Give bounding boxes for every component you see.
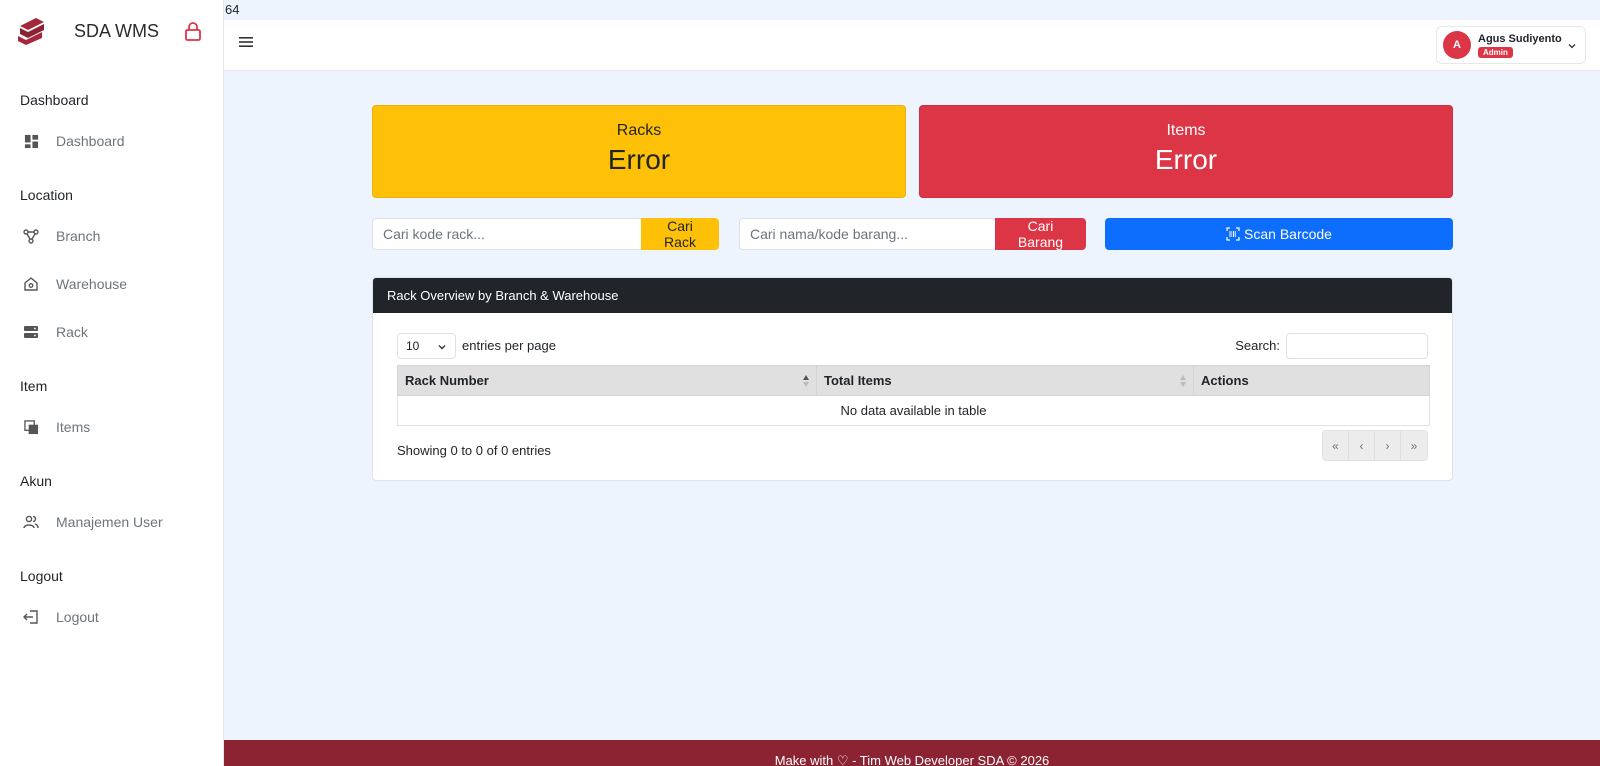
sidebar-item-items[interactable]: Items	[0, 417, 223, 437]
rack-table: Rack Number Total Items Actions No data …	[397, 365, 1430, 426]
column-rack-number[interactable]: Rack Number	[397, 365, 817, 396]
chevron-down-icon	[438, 345, 446, 350]
sidebar-item-label: Warehouse	[56, 276, 128, 292]
nav-section-dashboard: Dashboard	[20, 92, 89, 108]
scan-barcode-label: Scan Barcode	[1244, 226, 1332, 242]
scan-barcode-button[interactable]: Scan Barcode	[1105, 218, 1453, 250]
branch-icon	[22, 227, 40, 245]
column-header-label: Actions	[1201, 373, 1249, 388]
table-row: No data available in table	[397, 395, 1430, 426]
nav-section-item: Item	[20, 378, 48, 394]
empty-table-message: No data available in table	[397, 395, 1430, 426]
next-page-button[interactable]: ›	[1375, 431, 1401, 460]
items-card-value: Error	[1154, 144, 1218, 175]
rack-search-input[interactable]	[372, 218, 641, 250]
column-header-label: Rack Number	[405, 373, 489, 388]
table-controls: 10 entries per page Search:	[397, 333, 1428, 359]
sort-icon	[1180, 375, 1186, 387]
item-search-group: Cari Barang	[739, 218, 1086, 250]
hamburger-menu-icon[interactable]	[238, 34, 256, 50]
sidebar-item-warehouse[interactable]: Warehouse	[0, 274, 223, 294]
search-rack-button[interactable]: Cari Rack	[641, 218, 719, 250]
table-search-label: Search:	[1235, 338, 1280, 353]
last-page-button[interactable]: »	[1401, 431, 1427, 460]
first-page-button[interactable]: «	[1323, 431, 1349, 460]
sidebar-item-label: Logout	[56, 609, 99, 625]
rack-overview-card: Rack Overview by Branch & Warehouse 10 e…	[372, 277, 1453, 481]
users-icon	[22, 513, 40, 531]
item-search-input[interactable]	[739, 218, 995, 250]
search-item-button[interactable]: Cari Barang	[995, 218, 1086, 250]
lock-icon[interactable]	[184, 21, 202, 41]
sidebar-item-dashboard[interactable]: Dashboard	[0, 131, 223, 151]
nav-section-location: Location	[20, 187, 73, 203]
sidebar-item-rack[interactable]: Rack	[0, 322, 223, 342]
sidebar-item-label: Manajemen User	[56, 514, 163, 530]
sidebar-item-branch[interactable]: Branch	[0, 226, 223, 246]
entries-per-page-label: entries per page	[462, 338, 556, 353]
logout-icon	[22, 608, 40, 626]
sidebar-item-manajemen-user[interactable]: Manajemen User	[0, 512, 223, 532]
user-role-badge: Admin	[1478, 46, 1513, 58]
user-meta: Agus Sudiyento Admin	[1478, 33, 1562, 58]
entries-per-page-select[interactable]: 10	[397, 333, 456, 359]
rack-search-group: Cari Rack	[372, 218, 719, 250]
racks-stat-card: Racks Error	[372, 105, 906, 198]
sidebar-item-label: Rack	[56, 324, 88, 340]
brand-logo-icon	[18, 18, 44, 45]
top-header: A Agus Sudiyento Admin	[224, 20, 1600, 71]
racks-card-value: Error	[607, 144, 671, 175]
user-name: Agus Sudiyento	[1478, 32, 1562, 45]
column-actions: Actions	[1193, 365, 1430, 396]
nav-section-logout: Logout	[20, 568, 63, 584]
table-info: Showing 0 to 0 of 0 entries	[397, 443, 551, 458]
footer: Make with ♡ - Tim Web Developer SDA © 20…	[224, 740, 1600, 766]
sort-asc-icon	[803, 375, 809, 387]
barcode-scan-icon	[1226, 227, 1240, 241]
racks-card-title: Racks	[616, 122, 662, 139]
items-icon	[22, 418, 40, 436]
previous-page-button[interactable]: ‹	[1349, 431, 1375, 460]
items-stat-card: Items Error	[919, 105, 1453, 198]
entries-per-page-value: 10	[406, 339, 420, 353]
avatar: A	[1443, 31, 1471, 59]
footer-text: Make with ♡ - Tim Web Developer SDA © 20…	[774, 753, 1050, 766]
nav-section-akun: Akun	[20, 473, 52, 489]
sidebar-item-label: Dashboard	[56, 133, 125, 149]
rack-overview-title: Rack Overview by Branch & Warehouse	[373, 278, 1452, 313]
column-total-items[interactable]: Total Items	[816, 365, 1194, 396]
warehouse-icon	[22, 275, 40, 293]
column-header-label: Total Items	[824, 373, 892, 388]
items-card-title: Items	[1166, 122, 1206, 139]
chevron-down-icon	[1568, 44, 1576, 49]
sidebar-item-logout[interactable]: Logout	[0, 607, 223, 627]
dashboard-icon	[22, 132, 40, 150]
top-counter: 64	[225, 2, 240, 17]
brand-name: SDA WMS	[74, 20, 160, 41]
sidebar-nav: Dashboard Dashboard Location Branch Ware…	[0, 62, 223, 627]
sidebar: SDA WMS Dashboard Dashboard Location Bra…	[0, 0, 224, 766]
sidebar-item-label: Branch	[56, 228, 101, 244]
rack-icon	[22, 323, 40, 341]
sidebar-item-label: Items	[56, 419, 91, 435]
table-search-input[interactable]	[1286, 333, 1428, 359]
user-menu-dropdown[interactable]: A Agus Sudiyento Admin	[1436, 26, 1586, 64]
pagination: « ‹ › »	[1322, 430, 1428, 461]
